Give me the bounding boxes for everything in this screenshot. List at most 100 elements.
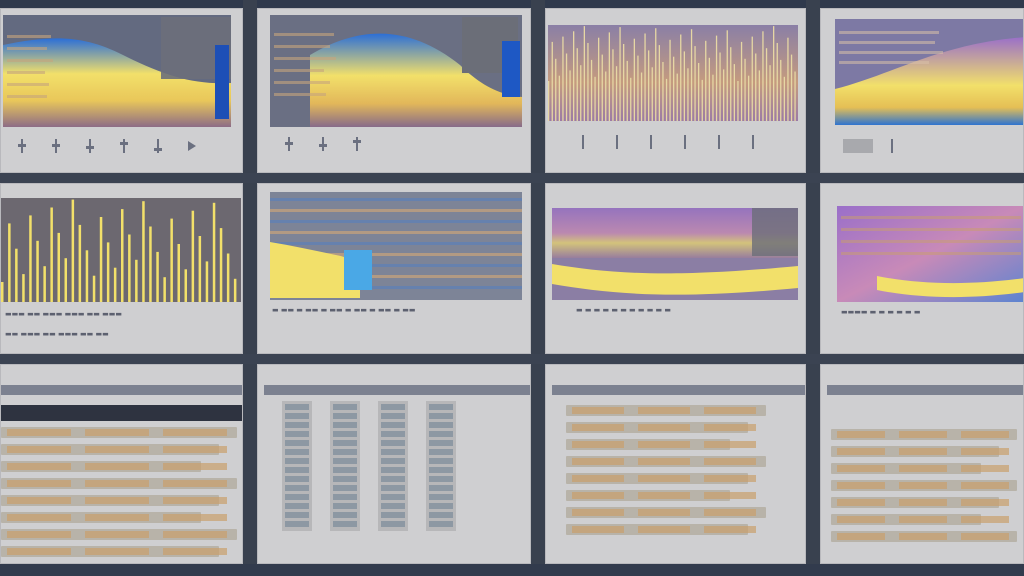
peak-meter-plot[interactable] (1, 198, 241, 302)
spectrogram-plot[interactable] (3, 15, 231, 127)
column-divider[interactable] (806, 0, 820, 576)
table-column[interactable] (330, 401, 360, 531)
waveform-bar (156, 251, 159, 302)
knob-icon[interactable] (600, 135, 634, 149)
table-cell (333, 431, 357, 437)
frequency-plot[interactable] (552, 208, 798, 300)
column-divider[interactable] (531, 0, 545, 576)
knob-icon[interactable] (272, 137, 306, 151)
table-row[interactable] (566, 490, 756, 501)
table-cell (837, 431, 885, 438)
table-cell (85, 548, 149, 555)
waveform-bar (580, 65, 582, 121)
waveform-bar (198, 236, 202, 302)
waveform-bar (78, 224, 82, 302)
table-row[interactable] (831, 463, 1009, 474)
table-row[interactable] (1, 529, 237, 540)
knob-icon[interactable] (634, 135, 668, 149)
knob-icon[interactable] (39, 139, 73, 153)
table-panel-4[interactable] (820, 364, 1024, 564)
panel-spectrogram-c[interactable] (820, 8, 1024, 173)
table-panel-3[interactable] (545, 364, 806, 564)
table-row[interactable] (1, 546, 227, 557)
panel-waveform-overview[interactable] (545, 8, 806, 173)
meter-icon[interactable] (841, 139, 875, 153)
table-row[interactable] (566, 524, 756, 535)
waveform-bar (573, 31, 575, 121)
table-cell (333, 503, 357, 509)
table-row[interactable] (566, 439, 756, 450)
table-row[interactable] (566, 507, 766, 518)
panel-frequency-map[interactable]: ▬ ▬ ▬ ▬ ▬ ▬ ▬ ▬ ▬ ▬ ▬ (545, 183, 806, 354)
table-cell (899, 448, 947, 455)
waveform-bar (15, 248, 18, 302)
meter-icon[interactable] (340, 137, 374, 151)
table-row[interactable] (1, 495, 227, 506)
table-cell (572, 509, 624, 516)
waveform-bar (630, 77, 632, 121)
spectrogram-graphic (270, 15, 522, 127)
table-header (264, 385, 530, 395)
table-row[interactable] (831, 531, 1017, 542)
knob-icon[interactable] (5, 139, 39, 153)
table-row[interactable] (831, 480, 1017, 491)
panel-grid-analysis[interactable]: ▬ ▬▬ ▬ ▬▬ ▬ ▬▬ ▬ ▬▬ ▬ ▬▬ ▬ ▬▬ (257, 183, 531, 354)
table-cell (429, 467, 453, 473)
panel-peak-meter[interactable]: ▬▬▬ ▬▬ ▬▬▬ ▬▬▬ ▬▬ ▬▬▬ ▬▬ ▬▬▬ ▬▬ ▬▬▬ ▬▬ ▬… (0, 183, 243, 354)
knob-icon[interactable] (668, 135, 702, 149)
spectrogram-plot[interactable] (835, 19, 1023, 125)
table-row[interactable] (1, 461, 227, 472)
spectrogram-plot[interactable] (270, 15, 522, 127)
panel-spectrogram-b[interactable] (257, 8, 531, 173)
waveform-plot[interactable] (548, 25, 798, 121)
row-divider[interactable] (0, 173, 1024, 183)
row-divider[interactable] (0, 354, 1024, 364)
selected-row[interactable] (1, 405, 242, 421)
waveform-bar (644, 33, 646, 121)
column-divider[interactable] (243, 0, 257, 576)
waveform-bar (135, 259, 138, 302)
table-cell (285, 476, 309, 482)
table-row[interactable] (831, 497, 1009, 508)
table-row[interactable] (566, 473, 756, 484)
table-cell (572, 526, 624, 533)
knob-icon[interactable] (702, 135, 736, 149)
slider-icon[interactable] (107, 139, 141, 153)
table-panel-2[interactable] (257, 364, 531, 564)
frequency-plot[interactable] (837, 206, 1023, 302)
meter-icon[interactable] (141, 139, 175, 153)
slider-icon[interactable] (875, 139, 909, 153)
table-row[interactable] (831, 514, 1009, 525)
play-icon[interactable] (175, 139, 209, 153)
table-column[interactable] (378, 401, 408, 531)
table-cell (7, 514, 71, 521)
waveform-bar (758, 70, 760, 121)
table-row[interactable] (566, 456, 766, 467)
panel-spectrogram-a[interactable] (0, 8, 243, 173)
slider-icon[interactable] (306, 137, 340, 151)
waveform-bar (676, 73, 678, 121)
table-cell (961, 448, 1009, 455)
table-row[interactable] (1, 444, 227, 455)
grid-row (270, 209, 522, 212)
table-cell (381, 512, 405, 518)
table-row[interactable] (566, 422, 756, 433)
table-panel-1[interactable] (0, 364, 243, 564)
table-row[interactable] (831, 446, 1009, 457)
knob-icon[interactable] (566, 135, 600, 149)
panel-frequency-map-2[interactable]: ▬▬▬▬ ▬ ▬ ▬ ▬ ▬ ▬ (820, 183, 1024, 354)
knob-icon[interactable] (736, 135, 770, 149)
table-cell (333, 404, 357, 410)
table-row[interactable] (1, 427, 237, 438)
grid-plot[interactable] (270, 192, 522, 300)
table-row[interactable] (1, 478, 237, 489)
slider-icon[interactable] (73, 139, 107, 153)
table-cell (572, 492, 624, 499)
table-cell (899, 465, 947, 472)
waveform-bar (737, 81, 739, 121)
table-column[interactable] (282, 401, 312, 531)
table-column[interactable] (426, 401, 456, 531)
table-row[interactable] (1, 512, 227, 523)
table-row[interactable] (566, 405, 766, 416)
table-row[interactable] (831, 429, 1017, 440)
